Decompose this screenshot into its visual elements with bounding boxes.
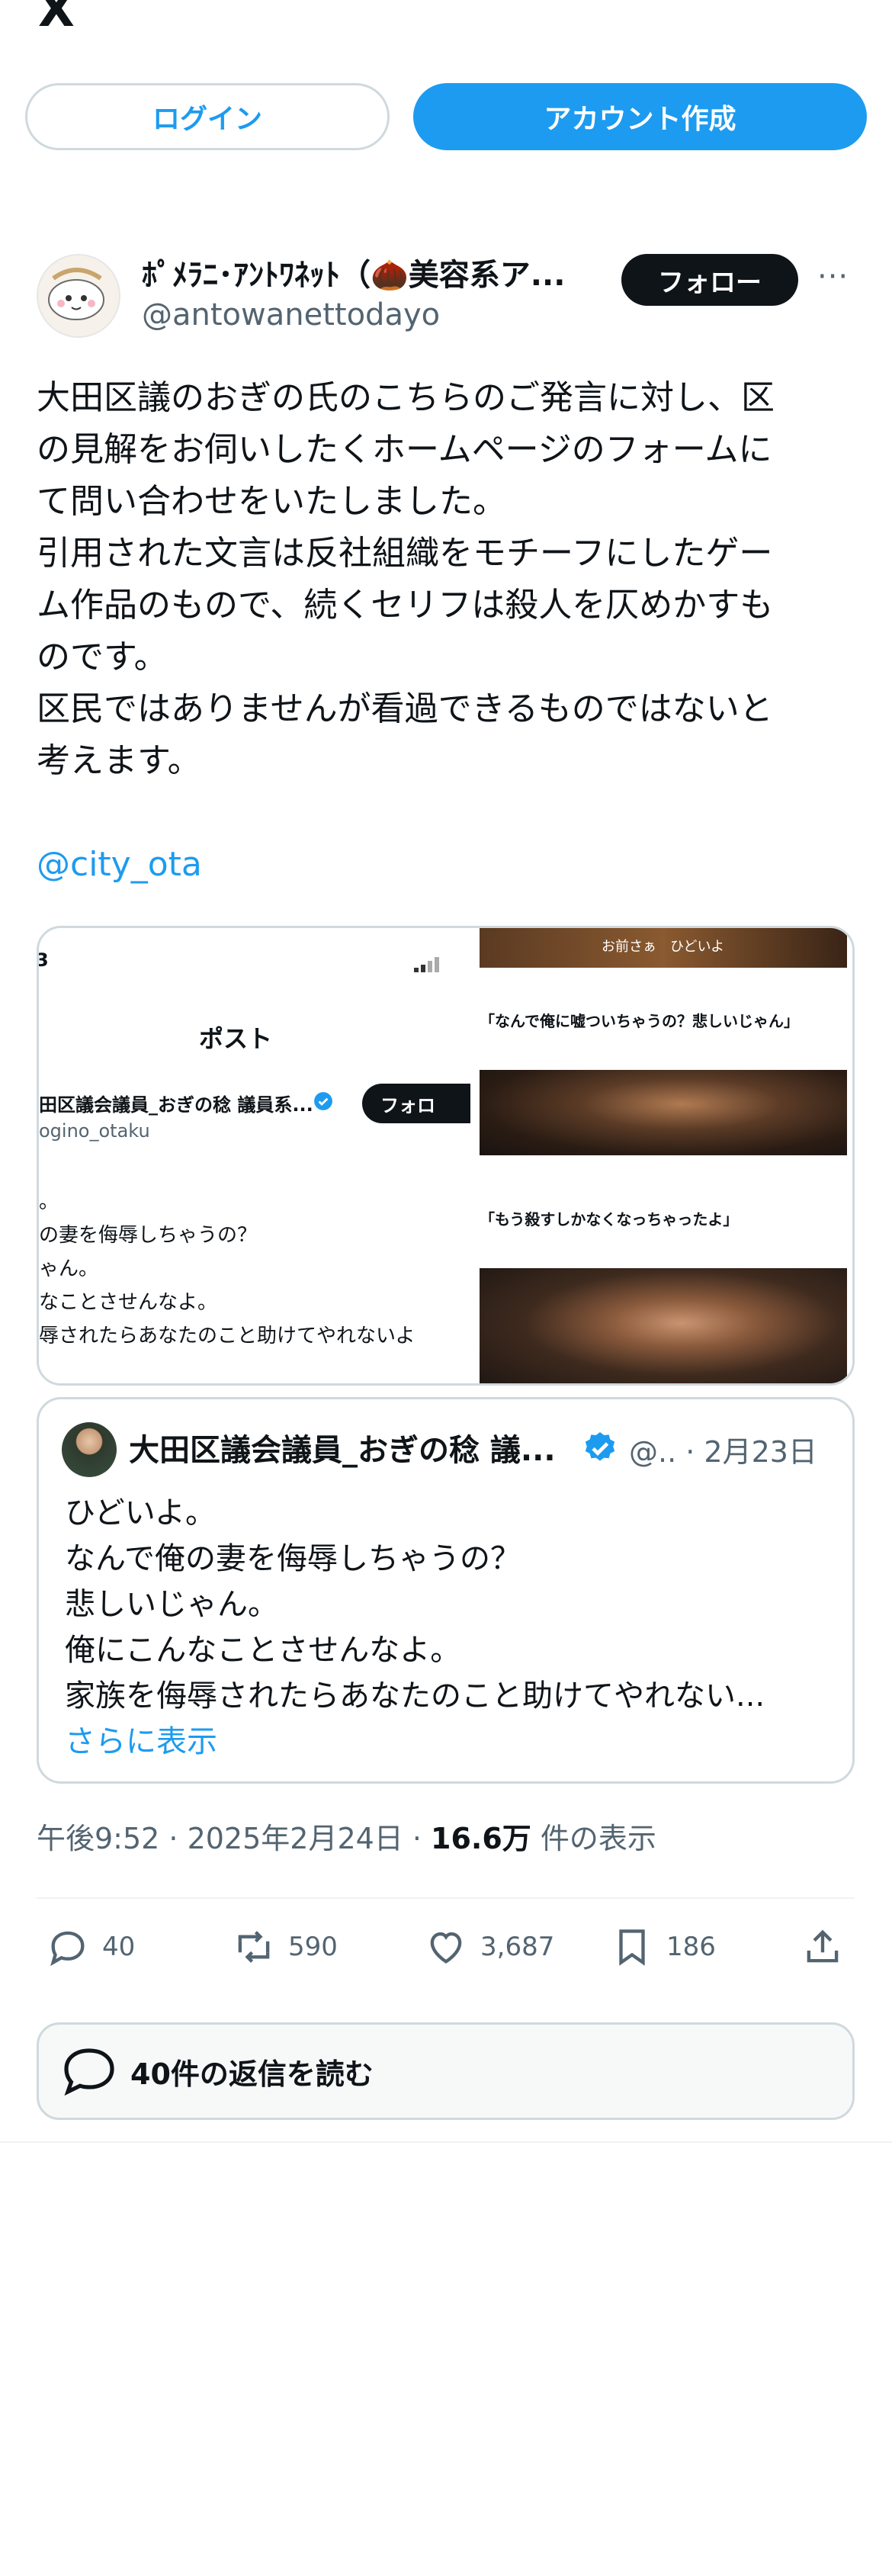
game-still-3 xyxy=(480,1268,847,1383)
game-caption-3: 「もう殺すしかなくなっちゃったよ」 xyxy=(480,1210,739,1229)
screenshot-title: ポスト xyxy=(199,1024,273,1053)
tweet-text: 大田区議のおぎの氏のこちらのご発言に対し、区 の見解をお伺いしたくホームページの… xyxy=(37,378,775,780)
read-replies-label: 40件の返信を読む xyxy=(130,2057,374,2091)
share-icon xyxy=(807,1929,839,1963)
quote-line-4: 俺にこんなことさせんなよ。 xyxy=(65,1633,461,1668)
show-more-link[interactable]: さらに表示 xyxy=(65,1717,217,1761)
game-caption-2: 「なんで俺に嘘ついちゃうの？悲しいじゃん」 xyxy=(480,1012,799,1030)
media-left-screenshot: 3 ポスト 田区議会議員_おぎの稔 議員系... フォロ ogino_otaku… xyxy=(37,928,492,1383)
mention-link[interactable]: @city_ota xyxy=(37,845,202,884)
reply-count: 40 xyxy=(102,1932,136,1962)
game-caption-1: お前さぁ ひどいよ xyxy=(602,939,725,955)
repost-count: 590 xyxy=(288,1932,338,1962)
quote-line-1: ひどいよ。 xyxy=(65,1495,216,1531)
screenshot-line-5: 辱されたらあなたのこと助けてやれないよ xyxy=(39,1325,416,1347)
bookmark-button[interactable]: 186 xyxy=(610,1925,716,1969)
follow-button[interactable]: フォロー xyxy=(621,254,798,306)
top-bar: X ··· xyxy=(0,0,892,34)
view-count: 16.6万 xyxy=(431,1822,531,1855)
quote-handle-date: @.. · 2月23日 xyxy=(629,1435,817,1469)
status-bar-text: 3 xyxy=(37,949,49,971)
bookmark-icon xyxy=(619,1929,645,1966)
author-avatar[interactable] xyxy=(37,254,120,338)
avatar-illustration-icon xyxy=(38,255,119,336)
game-still-1: お前さぁ ひどいよ xyxy=(480,928,847,968)
view-count-label: 件の表示 xyxy=(531,1822,656,1855)
login-button[interactable]: ログイン xyxy=(25,83,390,150)
verified-badge-icon xyxy=(314,1092,332,1110)
bottom-divider xyxy=(0,2141,892,2143)
screenshot-handle: ogino_otaku xyxy=(39,1120,150,1142)
game-still-2 xyxy=(480,1070,847,1155)
screenshot-line-3: ゃん。 xyxy=(39,1257,99,1280)
share-button[interactable] xyxy=(801,1925,845,1969)
like-count: 3,687 xyxy=(480,1932,555,1962)
like-button[interactable]: 3,687 xyxy=(424,1925,554,1969)
reply-button[interactable]: 40 xyxy=(46,1925,135,1969)
quote-avatar[interactable] xyxy=(62,1422,117,1477)
repost-button[interactable]: 590 xyxy=(232,1925,338,1969)
create-account-button[interactable]: アカウント作成 xyxy=(413,83,867,150)
quote-verified-badge-icon xyxy=(585,1432,615,1461)
divider xyxy=(37,1897,855,1899)
tweet-meta: 午後9:52 · 2025年2月24日 · 16.6万 件の表示 xyxy=(37,1815,656,1857)
screenshot-line-1: 。 xyxy=(39,1190,59,1213)
author-handle[interactable]: @antowanettodayo xyxy=(142,297,440,332)
quoted-tweet[interactable]: 大田区議会議員_おぎの稔 議... @.. · 2月23日 ひどいよ。 なんで俺… xyxy=(37,1397,855,1784)
author-display-name[interactable]: ﾎﾟﾒﾗﾆ･ｱﾝﾄﾜﾈｯﾄ（🌰美容系ア... xyxy=(142,250,599,294)
quote-line-2: なんで俺の妻を侮辱しちゃうの？ xyxy=(65,1541,521,1576)
x-logo-icon[interactable]: X xyxy=(38,0,75,34)
quote-line-5: 家族を侮辱されたらあなたのこと助けてやれない... xyxy=(65,1678,765,1714)
read-replies-button[interactable]: 40件の返信を読む xyxy=(37,2022,855,2120)
media-right-screenshot: お前さぁ ひどいよ 「なんで俺に嘘ついちゃうの？悲しいじゃん」 「もう殺すしかな… xyxy=(470,928,852,1383)
reply-icon xyxy=(50,1931,85,1967)
screenshot-line-2: の妻を侮辱しちゃうの？ xyxy=(39,1224,258,1247)
quote-author-name[interactable]: 大田区議会議員_おぎの稔 議... xyxy=(129,1425,556,1469)
signal-icon xyxy=(414,957,439,972)
like-heart-icon xyxy=(430,1932,462,1964)
screenshot-line-4: なことさせんなよ。 xyxy=(39,1291,218,1314)
tweet-more-icon[interactable]: ··· xyxy=(817,259,849,294)
screenshot-author-name: 田区議会議員_おぎの稔 議員系... xyxy=(39,1094,313,1116)
chat-bubble-icon xyxy=(64,2048,114,2096)
tweet-timestamp[interactable]: 午後9:52 · 2025年2月24日 · xyxy=(37,1822,431,1855)
tweet-media[interactable]: 3 ポスト 田区議会議員_おぎの稔 議員系... フォロ ogino_otaku… xyxy=(37,926,855,1386)
quote-line-3: 悲しいじゃん。 xyxy=(65,1587,278,1622)
bookmark-count: 186 xyxy=(666,1932,716,1962)
repost-icon xyxy=(238,1931,270,1963)
more-options-icon[interactable]: ··· xyxy=(808,0,852,15)
